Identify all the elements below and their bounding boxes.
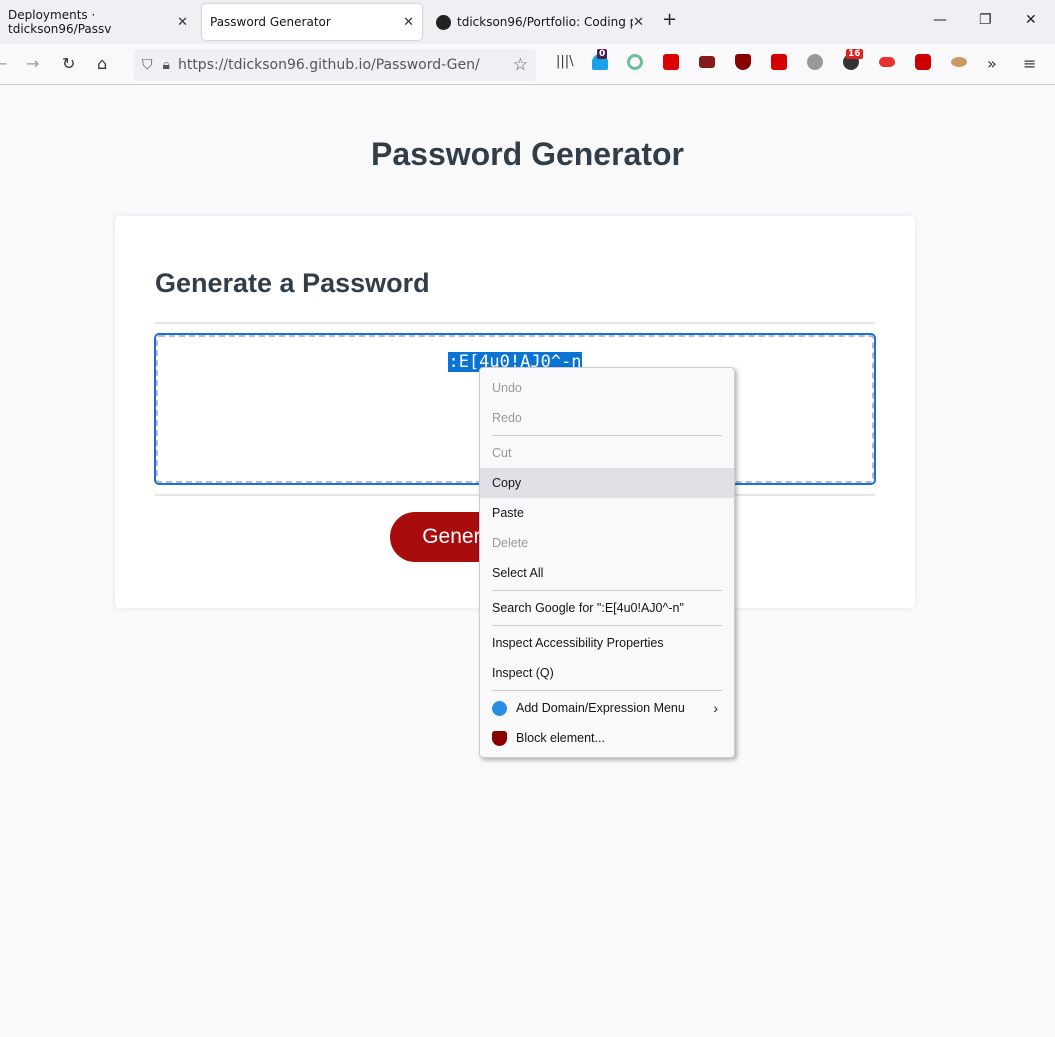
home-icon[interactable]: ⌂ [97,54,107,73]
close-tab-icon[interactable]: ✕ [633,14,644,30]
menu-item-undo[interactable]: Undo [480,373,734,403]
hd-icon[interactable] [699,56,715,68]
grammarly-icon[interactable] [627,54,643,70]
restore-button[interactable]: ❐ [979,12,992,28]
github-icon [436,14,451,30]
reload-icon[interactable]: ↻ [62,54,75,73]
bookmark-star-icon[interactable]: ☆ [513,55,528,75]
magic-wand-icon[interactable] [663,54,679,70]
menu-item-redo[interactable]: Redo [480,403,734,433]
menu-item-inspect-accessibility[interactable]: Inspect Accessibility Properties [480,628,734,658]
card-heading: Generate a Password [155,268,430,298]
close-tab-icon[interactable]: ✕ [177,15,188,30]
honey-icon[interactable] [951,57,967,67]
menu-item-inspect[interactable]: Inspect (Q) [480,658,734,688]
menu-item-select-all[interactable]: Select All [480,558,734,588]
menu-item-block-element[interactable]: Block element... [480,723,734,753]
menu-item-paste[interactable]: Paste [480,498,734,528]
menu-separator [492,590,722,591]
recycle-icon[interactable] [807,54,823,70]
back-icon[interactable]: ← [0,54,7,73]
tab-deployments[interactable]: Deployments · tdickson96/Passv ✕ [0,4,196,40]
express-vpn-icon[interactable] [879,57,895,67]
tab-portfolio[interactable]: tdickson96/Portfolio: Coding pr ✕ [428,4,652,40]
context-menu: Undo Redo Cut Copy Paste Delete Select A… [479,367,735,758]
ublock-icon [492,730,507,746]
ublock-icon[interactable] [735,54,751,70]
close-tab-icon[interactable]: ✕ [403,15,414,30]
minimize-button[interactable]: — [933,12,947,28]
overflow-icon[interactable]: » [987,54,997,73]
url-text[interactable]: https://tdickson96.github.io/Password-Ge… [178,57,480,73]
tab-password-generator[interactable]: Password Generator ✕ [202,4,422,40]
menu-item-cut[interactable]: Cut [480,438,734,468]
url-bar[interactable]: ⛉ 🔒︎ https://tdickson96.github.io/Passwo… [134,49,536,81]
lock-icon[interactable]: 🔒︎ [163,57,170,73]
b-extension-icon[interactable] [915,54,931,70]
menu-item-add-domain[interactable]: Add Domain/Expression Menu › [480,693,734,723]
chevron-right-icon: › [713,700,718,716]
shield-icon[interactable]: ⛉ [142,57,153,73]
nav-bar: ← → ↻ ⌂ ⛉ 🔒︎ https://tdickson96.github.i… [0,44,1055,85]
globe-icon [492,700,507,716]
menu-icon[interactable]: ≡ [1023,54,1036,73]
divider [155,322,875,324]
forward-icon[interactable]: → [26,54,39,73]
menu-item-copy[interactable]: Copy [480,468,734,498]
new-tab-button[interactable]: + [662,9,677,30]
menu-separator [492,625,722,626]
menu-item-delete[interactable]: Delete [480,528,734,558]
menu-separator [492,690,722,691]
menu-item-search-google[interactable]: Search Google for ":E[4u0!AJ0^-n" [480,593,734,623]
tab-bar: Deployments · tdickson96/Passv ✕ Password… [0,0,1055,44]
close-window-button[interactable]: ✕ [1025,12,1037,28]
library-icon[interactable]: |||\ [556,54,574,69]
page-title: Password Generator [371,136,684,172]
s-extension-icon[interactable] [771,54,787,70]
menu-separator [492,435,722,436]
